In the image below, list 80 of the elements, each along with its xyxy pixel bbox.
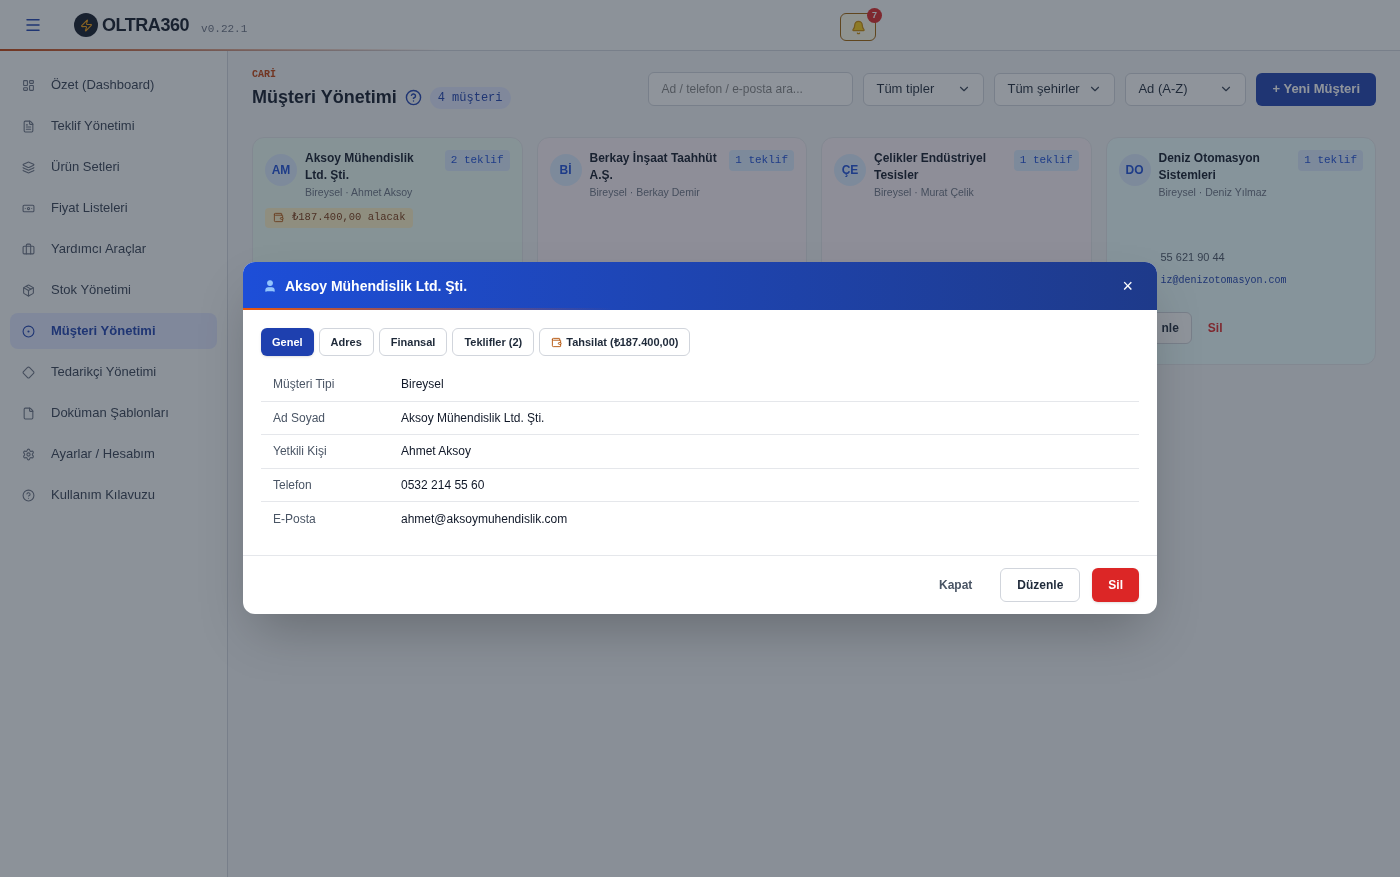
sidebar-item[interactable]: Doküman Şablonları (10, 395, 217, 431)
customer-subtitle: Bireysel · Ahmet Aksoy (305, 185, 414, 200)
page-title: Müşteri Yönetimi (252, 86, 397, 109)
diamond-icon (22, 365, 35, 379)
customer-subtitle: Bireysel · Berkay Demir (589, 185, 701, 200)
email-text: iz@denizotomasyon.com (1160, 274, 1288, 288)
field-value: Ahmet Aksoy (401, 443, 472, 461)
help-icon[interactable] (404, 89, 422, 106)
filter-select[interactable]: Tüm tipler (863, 72, 985, 106)
dialog-title: Aksoy Mühendislik Ltd. Şti. (285, 276, 468, 296)
new-customer-button[interactable]: + Yeni Müşteri (1256, 72, 1376, 106)
sidebar-item[interactable]: Müşteri Yönetimi (10, 313, 217, 349)
dialog-tab[interactable]: Genel (261, 328, 314, 356)
sidebar-item[interactable]: Özet (Dashboard) (10, 67, 217, 103)
layers-icon (22, 160, 35, 174)
avatar-initials: AM (265, 154, 297, 186)
field-label: Ad Soyad (272, 409, 327, 427)
dialog-tab[interactable]: Adres (318, 328, 374, 356)
section-eyebrow: CARİ (252, 67, 277, 82)
offer-count-badge: 1 teklif (729, 150, 794, 171)
briefcase-icon (22, 242, 35, 256)
notifications-button[interactable] (840, 13, 876, 41)
customer-name: Deniz Otomasyon Sistemleri (1158, 150, 1261, 184)
customer-subtitle: Bireysel · Deniz Yılmaz (1158, 185, 1268, 200)
lightning-icon (79, 18, 93, 32)
field-label: E-Posta (272, 510, 317, 528)
field-label: Müşteri Tipi (272, 376, 336, 394)
dashboard-icon (22, 78, 35, 92)
offer-count-badge: 2 teklif (444, 150, 510, 171)
filter-select[interactable]: Tüm şehirler (994, 72, 1116, 106)
edit-button[interactable]: Düzenle (1000, 567, 1081, 602)
field-value: Bireysel (401, 376, 444, 394)
cancel-button[interactable]: Kapat (922, 567, 989, 602)
wallet-icon (551, 336, 563, 348)
notification-badge: 7 (867, 8, 882, 23)
sidebar-item[interactable]: Tedarikçi Yönetimi (10, 354, 217, 390)
bell-icon (850, 19, 866, 35)
sidebar-item[interactable]: Fiyat Listeleri (10, 190, 217, 226)
gear-icon (22, 447, 35, 461)
file-icon (22, 406, 35, 420)
avatar-initials: Bİ (549, 154, 582, 186)
field-value: ahmet@aksoymuhendislik.com (401, 510, 568, 528)
offer-count-badge: 1 teklif (1298, 150, 1363, 171)
search-field[interactable]: Ad / telefon / e-posta ara... (648, 72, 854, 106)
sidebar-item[interactable]: Teklif Yönetimi (10, 108, 217, 144)
wallet-icon (273, 212, 284, 224)
user-icon (263, 279, 277, 293)
menu-icon[interactable] (24, 16, 42, 34)
dialog-tab[interactable]: Teklifler (2) (452, 328, 535, 356)
field-value: 0532 214 55 60 (401, 476, 485, 494)
box-icon (22, 283, 35, 297)
dialog-tab[interactable]: Finansal (378, 328, 448, 356)
phone-text: 55 621 90 44 (1160, 249, 1226, 265)
dialog-tab[interactable]: Tahsilat (₺187.400,00) (539, 328, 691, 356)
sidebar-item[interactable]: Ürün Setleri (10, 149, 217, 185)
version-label: v0.22.1 (201, 21, 248, 37)
delete-button[interactable]: Sil (1207, 319, 1223, 337)
customer-count-badge: 4 müşteri (429, 86, 511, 109)
customer-name: Aksoy Mühendislik Ltd. Şti. (305, 150, 415, 184)
sidebar-item[interactable]: Stok Yönetimi (10, 272, 217, 308)
customer-name: Çelikler Endüstriyel Tesisler (874, 150, 988, 184)
field-label: Yetkili Kişi (272, 443, 328, 461)
filter-select[interactable]: Ad (A-Z) (1125, 72, 1247, 106)
radio-dot-icon (22, 324, 35, 338)
field-label: Telefon (272, 476, 313, 494)
customer-subtitle: Bireysel · Murat Çelik (874, 185, 975, 200)
logo-text: OLTRA360 (102, 13, 190, 37)
field-value: Aksoy Mühendislik Ltd. Şti. (401, 409, 545, 427)
close-button[interactable]: × (1122, 277, 1133, 295)
balance-badge: ₺187.400,00 alacak (265, 208, 414, 228)
avatar-initials: ÇE (834, 154, 866, 186)
delete-button[interactable]: Sil (1092, 567, 1139, 602)
document-icon (22, 119, 35, 133)
sidebar-item[interactable]: Kullanım Kılavuzu (10, 477, 217, 513)
sidebar-item[interactable]: Yardımcı Araçlar (10, 231, 217, 267)
help-icon (22, 488, 35, 502)
avatar-initials: DO (1118, 154, 1151, 186)
sidebar-item[interactable]: Ayarlar / Hesabım (10, 436, 217, 472)
offer-count-badge: 1 teklif (1013, 150, 1079, 171)
customer-name: Berkay İnşaat Taahhüt A.Ş. (589, 150, 718, 184)
